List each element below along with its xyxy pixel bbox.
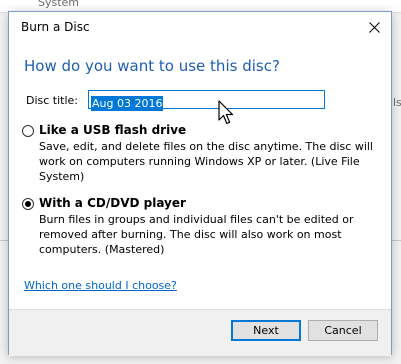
option-usb-title[interactable]: Like a USB flash drive — [39, 123, 186, 137]
radio-usb-flash-drive[interactable] — [22, 125, 34, 137]
close-button[interactable] — [357, 12, 391, 42]
radio-cd-dvd-player[interactable] — [22, 198, 34, 210]
option-usb-description: Save, edit, and delete files on the disc… — [39, 140, 373, 183]
close-icon — [368, 21, 380, 33]
dialog-heading: How do you want to use this disc? — [24, 57, 280, 75]
dialog-title: Burn a Disc — [21, 20, 90, 34]
next-button[interactable]: Next — [231, 320, 301, 341]
cancel-button[interactable]: Cancel — [308, 320, 378, 341]
option-cd-dvd-description: Burn files in groups and individual file… — [39, 213, 354, 256]
help-link[interactable]: Which one should I choose? — [24, 279, 177, 292]
disc-title-input[interactable]: Aug 03 2016 — [88, 90, 325, 111]
disc-title-label: Disc title: — [26, 94, 79, 107]
mouse-pointer-icon — [218, 100, 234, 125]
background-divider-right — [392, 240, 401, 241]
disc-title-value: Aug 03 2016 — [91, 96, 164, 111]
background-text-fragment: ls — [393, 96, 401, 109]
background-system-label: System — [38, 0, 80, 9]
background-divider-left — [0, 240, 8, 241]
dialog-titlebar[interactable]: Burn a Disc — [9, 12, 391, 43]
dialog-footer: Next Cancel — [9, 309, 391, 356]
burn-disc-dialog: Burn a Disc How do you want to use this … — [8, 11, 392, 356]
radio-selected-dot — [25, 201, 31, 207]
option-cd-dvd-title[interactable]: With a CD/DVD player — [39, 196, 186, 210]
